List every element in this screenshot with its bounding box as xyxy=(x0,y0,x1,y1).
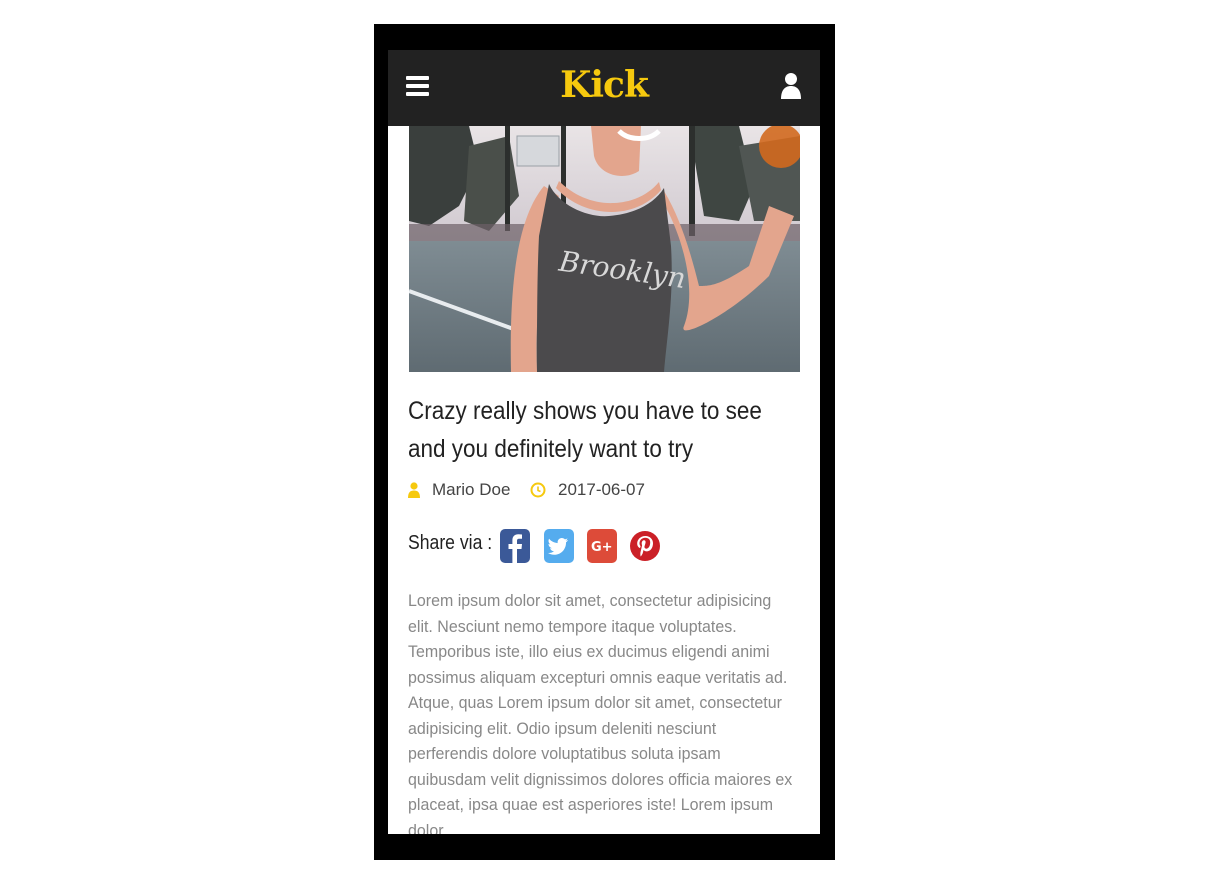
article-author[interactable]: Mario Doe xyxy=(432,480,510,500)
clock-icon xyxy=(530,482,546,498)
svg-text:G+: G+ xyxy=(591,540,613,555)
article-body: Lorem ipsum dolor sit amet, consectetur … xyxy=(408,591,793,834)
share-bar: Share via : G+ xyxy=(408,528,808,568)
google-plus-icon[interactable]: G+ xyxy=(587,529,617,563)
user-icon xyxy=(408,482,420,498)
facebook-icon[interactable] xyxy=(500,529,530,563)
top-bar: Kick xyxy=(388,50,820,126)
phone-screen: Kick Brooklyn Crazy really shows you hav… xyxy=(388,50,820,834)
brand-logo[interactable]: Kick xyxy=(388,64,820,106)
user-account-icon[interactable] xyxy=(780,72,802,100)
article-date: 2017-06-07 xyxy=(558,480,645,499)
pinterest-icon[interactable] xyxy=(629,529,660,563)
share-label: Share via : xyxy=(408,532,493,554)
article-hero-image: Brooklyn xyxy=(409,126,800,372)
twitter-icon[interactable] xyxy=(544,529,574,563)
article-title: Crazy really shows you have to see and y… xyxy=(408,397,762,463)
